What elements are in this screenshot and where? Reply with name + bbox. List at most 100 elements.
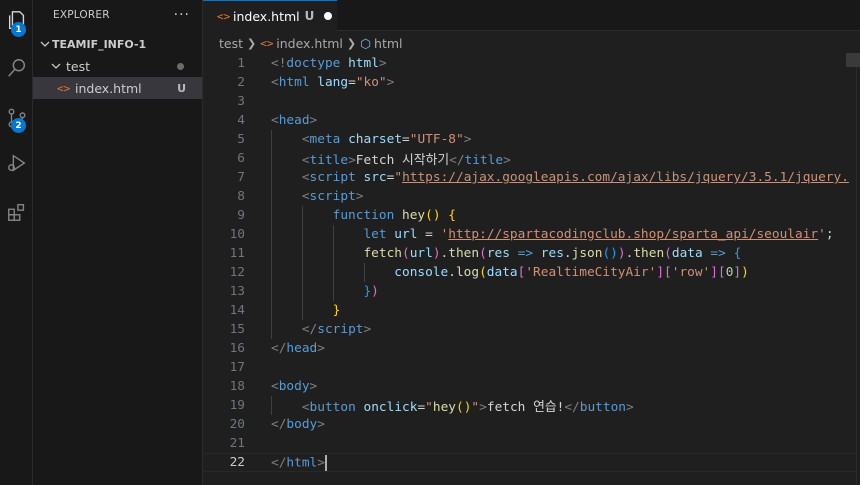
chevron-down-icon xyxy=(49,61,63,71)
line-number: 8 xyxy=(237,189,245,204)
code-line[interactable]: 7 <script src="https://ajax.googleapis.c… xyxy=(203,168,860,187)
line-number: 5 xyxy=(237,132,245,147)
chevron-right-icon: ❯ xyxy=(346,36,357,50)
code-line[interactable]: 5 <meta charset="UTF-8"> xyxy=(203,130,860,149)
tab-label: index.html xyxy=(233,8,300,24)
vertical-scrollbar[interactable] xyxy=(856,53,860,485)
explorer-title: EXPLORER xyxy=(53,9,110,21)
symbol-element-icon: ⬡ xyxy=(360,35,372,51)
tab-untracked-status: U xyxy=(304,9,315,23)
extensions-activity-button[interactable] xyxy=(0,192,33,232)
line-number: 20 xyxy=(229,417,245,432)
html-file-icon: <> xyxy=(217,9,231,23)
breadcrumb-folder[interactable]: test xyxy=(219,36,243,51)
line-number: 17 xyxy=(229,360,245,375)
line-number: 15 xyxy=(229,322,245,337)
line-content: function hey() { xyxy=(332,208,456,223)
code-line[interactable]: 3 xyxy=(203,92,860,111)
line-number: 22 xyxy=(229,455,245,470)
run-debug-activity-button[interactable] xyxy=(0,143,33,183)
line-content: </body> xyxy=(271,417,325,432)
line-number: 21 xyxy=(229,436,245,451)
run-debug-icon xyxy=(7,154,26,172)
root-folder-row[interactable]: TEAMIF_INFO-1 xyxy=(33,33,202,55)
line-number: 16 xyxy=(229,341,245,356)
code-line-active[interactable]: 22 </html> xyxy=(203,453,860,472)
line-content: fetch(url).then(res => res.json()).then(… xyxy=(363,246,742,261)
code-line[interactable]: 20 </body> xyxy=(203,415,860,434)
code-line[interactable]: 8 <script> xyxy=(203,187,860,206)
line-content: <html lang="ko"> xyxy=(271,75,395,90)
line-content: <title>Fetch 시작하기</title> xyxy=(301,153,511,168)
text-cursor xyxy=(324,454,327,471)
indent-guide xyxy=(364,263,365,282)
line-content: <!doctype html> xyxy=(271,56,387,71)
html-file-icon: <> xyxy=(260,36,274,50)
line-content: <button onclick="hey()">fetch 연습!</butto… xyxy=(301,400,634,415)
folder-row-test[interactable]: test xyxy=(33,55,202,77)
line-number: 9 xyxy=(237,208,245,223)
breadcrumb-symbol[interactable]: html xyxy=(374,36,402,51)
more-actions-button[interactable]: ··· xyxy=(174,7,190,23)
code-line[interactable]: 1 <!doctype html> xyxy=(203,54,860,73)
code-line[interactable]: 18 <body> xyxy=(203,377,860,396)
line-content: </html> xyxy=(271,454,327,471)
search-activity-button[interactable] xyxy=(0,48,33,88)
code-line[interactable]: 16 </head> xyxy=(203,339,860,358)
code-line[interactable]: 17 xyxy=(203,358,860,377)
search-icon xyxy=(7,59,25,77)
line-content: }) xyxy=(363,284,379,299)
line-number: 6 xyxy=(237,151,245,166)
line-number: 11 xyxy=(229,246,245,261)
code-editor[interactable]: 1 <!doctype html> 2 <html lang="ko"> 3 4 <h… xyxy=(203,53,860,485)
folder-label: test xyxy=(66,58,91,74)
indent-guide xyxy=(271,396,272,415)
breadcrumb-file[interactable]: index.html xyxy=(276,36,343,51)
line-content: <script src="https://ajax.googleapis.com… xyxy=(301,170,849,185)
code-line[interactable]: 4 <head> xyxy=(203,111,860,130)
chevron-down-icon xyxy=(38,39,52,49)
indent-guide xyxy=(333,225,334,301)
line-content: </head> xyxy=(271,341,325,356)
editor-tab-bar: <> index.html U xyxy=(203,0,860,31)
line-content: <body> xyxy=(271,379,318,394)
line-number: 13 xyxy=(229,284,245,299)
line-number: 18 xyxy=(229,379,245,394)
line-content: console.log(data['RealtimeCityAir']['row… xyxy=(394,265,749,280)
code-line[interactable]: 19 <button onclick="hey()">fetch 연습!</bu… xyxy=(203,396,860,415)
chevron-right-icon: ❯ xyxy=(247,36,257,50)
line-content: let url = 'http://spartacodingclub.shop/… xyxy=(363,227,834,242)
explorer-sidebar: EXPLORER ··· TEAMIF_INFO-1 test <> index… xyxy=(33,0,203,485)
tab-index-html[interactable]: <> index.html U xyxy=(203,0,337,31)
line-content: <meta charset="UTF-8"> xyxy=(301,132,472,147)
breadcrumb: test ❯ <> index.html ❯ ⬡ html xyxy=(203,33,403,53)
explorer-badge: 1 xyxy=(11,22,26,37)
activity-bar: 1 2 xyxy=(0,0,33,485)
code-line[interactable]: 15 </script> xyxy=(203,320,860,339)
line-number: 14 xyxy=(229,303,245,318)
file-row-index-html[interactable]: <> index.html U xyxy=(33,77,202,99)
line-number: 2 xyxy=(237,75,245,90)
scrollbar-thumb[interactable] xyxy=(846,53,860,67)
unsaved-dot-icon[interactable] xyxy=(324,12,333,20)
code-line[interactable]: 21 xyxy=(203,434,860,453)
line-content: <script> xyxy=(301,189,364,204)
line-number: 12 xyxy=(229,265,245,280)
extensions-icon xyxy=(7,203,24,221)
code-line[interactable]: 2 <html lang="ko"> xyxy=(203,73,860,92)
modified-dot-icon xyxy=(177,62,184,70)
line-number: 19 xyxy=(229,398,245,413)
line-number: 3 xyxy=(237,94,245,109)
untracked-status: U xyxy=(177,81,186,95)
line-content: <head> xyxy=(271,113,318,128)
line-number: 7 xyxy=(237,170,245,185)
file-label: index.html xyxy=(75,80,142,96)
root-folder-label: TEAMIF_INFO-1 xyxy=(52,37,147,51)
explorer-header: EXPLORER ··· xyxy=(33,0,202,30)
line-content: } xyxy=(332,303,341,318)
line-content: </script> xyxy=(301,322,372,337)
code-line[interactable]: 6 <title>Fetch 시작하기</title> xyxy=(203,149,860,168)
source-control-badge: 2 xyxy=(11,118,26,133)
line-number: 1 xyxy=(237,56,245,71)
html-file-icon: <> xyxy=(57,81,71,95)
